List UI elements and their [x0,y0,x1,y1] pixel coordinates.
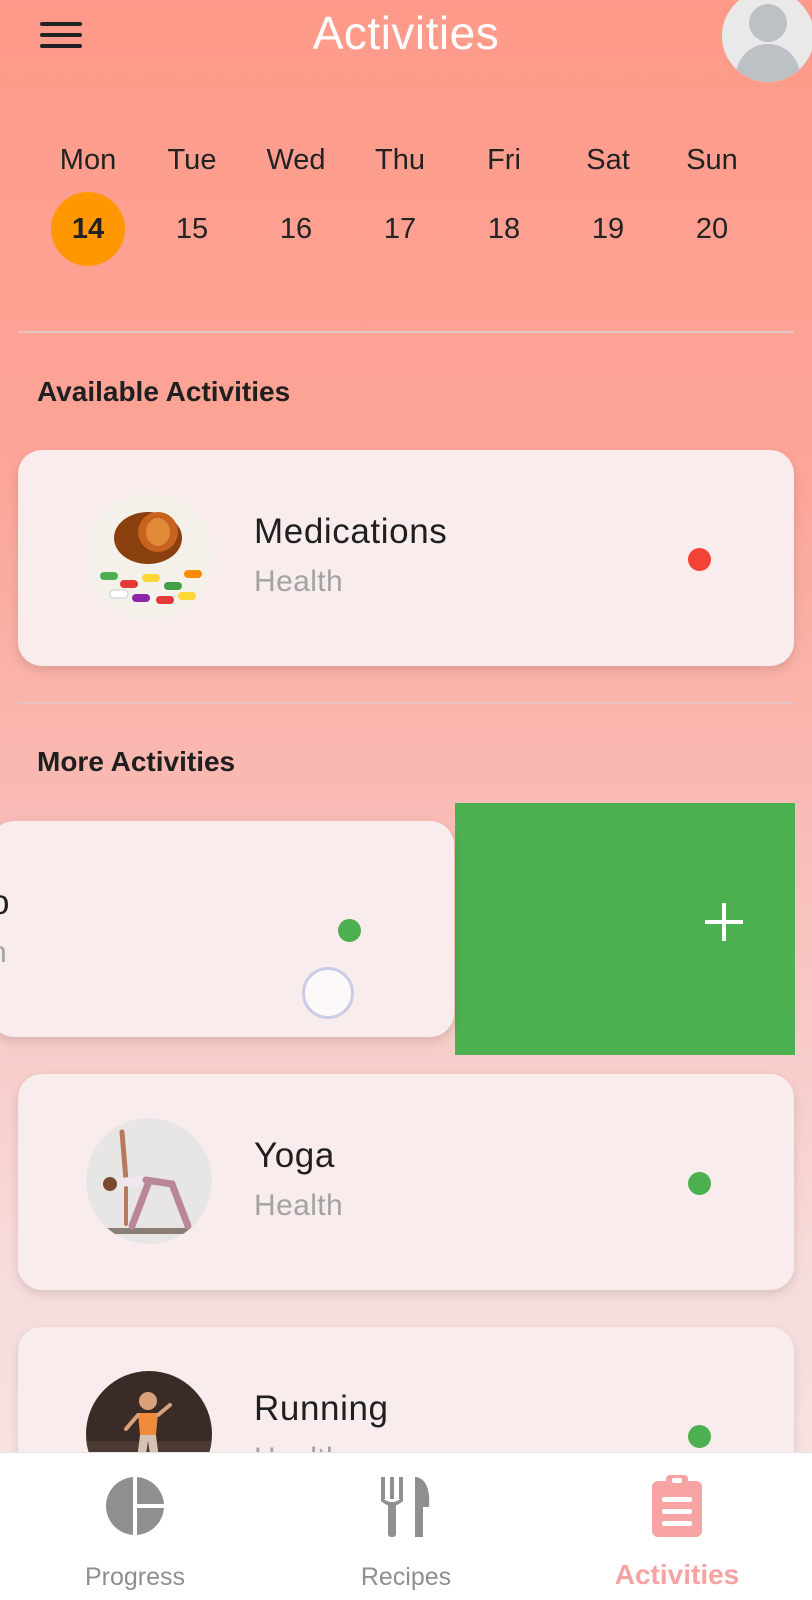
activity-category-partial: h [0,936,7,970]
day-name: Sat [586,144,630,176]
day-number: 16 [279,213,313,245]
day-name: Thu [375,144,425,176]
day-name: Mon [59,144,117,176]
divider [18,331,794,333]
activity-name: Yoga [254,1136,335,1175]
status-dot-red [688,548,711,571]
day-mon[interactable]: Mon 14 [36,138,140,266]
touch-ripple [302,967,354,1019]
nav-label-active: Activities [614,1559,740,1590]
nav-activities[interactable]: Activities [542,1453,812,1600]
activity-name-partial: o [0,883,9,923]
status-dot-green [688,1172,711,1195]
activity-card-swiped[interactable]: o h [0,821,454,1037]
clipboard-icon [652,1475,702,1537]
nav-label: Recipes [360,1563,452,1591]
section-title-available: Available Activities [37,376,291,407]
medications-image [86,494,212,620]
user-avatar-icon[interactable] [722,0,812,82]
nav-progress[interactable]: Progress [0,1453,270,1600]
plus-icon [703,901,745,943]
nav-recipes[interactable]: Recipes [271,1453,541,1600]
day-thu[interactable]: Thu 17 [348,138,452,266]
activity-name: Medications [254,512,448,551]
day-number: 20 [695,213,729,245]
activity-card-medications[interactable]: Medications Health [18,450,794,666]
bottom-navigation: Progress Recipes Activities [0,1452,812,1600]
add-activity-swipe-button[interactable] [455,803,795,1055]
day-name: Tue [167,144,217,176]
day-name: Fri [487,144,521,176]
page-title: Activities [312,7,500,59]
status-dot-green [338,919,361,942]
app-bar: Activities [0,0,812,82]
day-sat[interactable]: Sat 19 [556,138,660,266]
nav-label: Progress [84,1563,186,1591]
activity-category: Health [254,565,344,598]
fork-knife-icon [381,1477,430,1537]
status-dot-green [688,1425,711,1448]
activity-category: Health [254,1189,344,1222]
section-title-more: More Activities [37,746,236,777]
activity-card-yoga[interactable]: Yoga Health [18,1074,794,1290]
day-tue[interactable]: Tue 15 [140,138,244,266]
day-fri[interactable]: Fri 18 [452,138,556,266]
day-number: 18 [487,213,521,245]
day-sun[interactable]: Sun 20 [660,138,764,266]
day-name: Sun [686,144,738,176]
divider [18,702,794,704]
day-wed[interactable]: Wed 16 [244,138,348,266]
day-number: 17 [383,213,417,245]
day-name: Wed [266,144,326,176]
activity-name: Running [254,1389,389,1428]
yoga-image [86,1118,212,1244]
day-number-selected: 14 [51,192,125,266]
week-day-selector: Mon 14 Tue 15 Wed 16 Thu 17 Fri 18 Sat 1… [36,138,776,268]
day-number: 15 [175,213,209,245]
pie-chart-icon [106,1475,167,1537]
day-number: 19 [591,213,625,245]
